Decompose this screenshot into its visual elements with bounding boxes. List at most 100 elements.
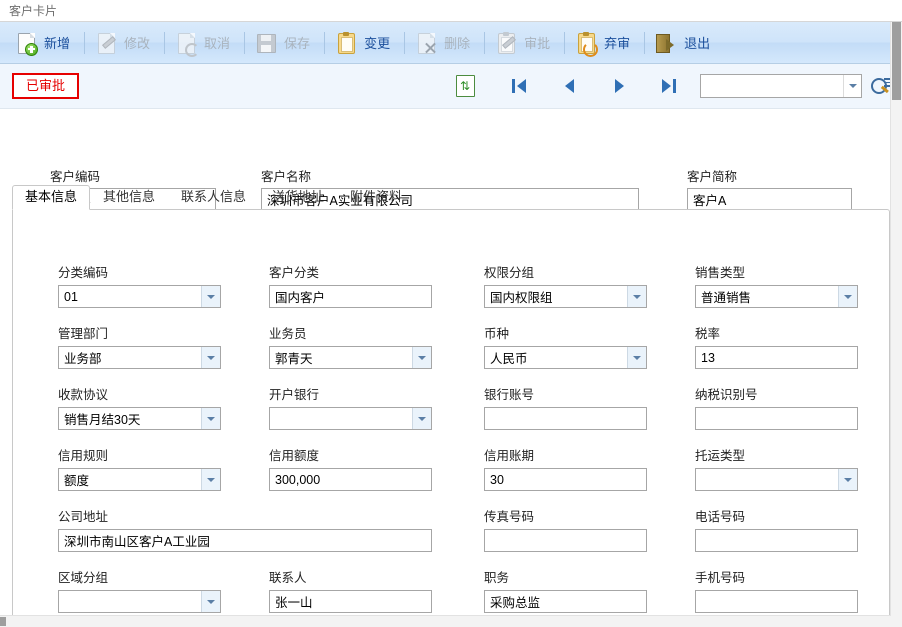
currency-combo[interactable]: 人民币 (484, 346, 647, 369)
chevron-down-icon[interactable] (201, 286, 220, 307)
field-label: 分类编码 (58, 266, 109, 280)
prev-record-icon[interactable] (556, 73, 582, 99)
last-record-icon[interactable] (656, 73, 682, 99)
delete-button[interactable]: 删除 (410, 26, 479, 60)
edit-button[interactable]: 修改 (90, 26, 159, 60)
horizontal-scrollbar-thumb[interactable] (0, 617, 6, 626)
field-label: 币种 (484, 327, 510, 341)
customer-category-input[interactable]: 国内客户 (269, 285, 432, 308)
save-button[interactable]: 保存 (250, 26, 319, 60)
chevron-down-icon[interactable] (627, 347, 646, 368)
new-doc-icon (14, 31, 38, 56)
field-label: 权限分组 (484, 266, 535, 280)
chevron-down-icon[interactable] (201, 591, 220, 612)
field-value: 300,000 (275, 472, 321, 487)
chevron-down-icon[interactable] (412, 347, 431, 368)
exit-door-icon (654, 31, 678, 55)
job-title-input[interactable]: 采购总监 (484, 590, 647, 613)
fax-number-input[interactable] (484, 529, 647, 552)
floppy-save-icon (254, 31, 278, 55)
field-customer-category: 客户分类 国内客户 (269, 262, 432, 308)
approve-button[interactable]: 审批 (490, 26, 559, 60)
field-label: 信用账期 (484, 449, 535, 463)
credit-period-input[interactable]: 30 (484, 468, 647, 491)
exit-button[interactable]: 退出 (650, 26, 719, 60)
field-value: 销售月结30天 (64, 413, 141, 427)
field-label: 手机号码 (695, 571, 746, 585)
cancel-button-label: 取消 (204, 36, 231, 51)
chevron-down-icon[interactable] (627, 286, 646, 307)
search-icon[interactable] (870, 76, 892, 96)
tab-contact-info[interactable]: 联系人信息 (168, 185, 259, 210)
toolbar-separator (324, 31, 326, 54)
credit-limit-input[interactable]: 300,000 (269, 468, 432, 491)
tab-label: 基本信息 (25, 188, 78, 204)
tab-label: 其他信息 (103, 188, 156, 204)
mobile-number-input[interactable] (695, 590, 858, 613)
chevron-down-icon[interactable] (412, 408, 431, 429)
save-button-label: 保存 (284, 36, 311, 51)
tab-attachments[interactable]: 附件资料 (337, 185, 415, 210)
field-shipping-type: 托运类型 (695, 445, 858, 491)
region-group-combo[interactable] (58, 590, 221, 613)
delete-doc-icon (414, 31, 438, 55)
field-bank-account: 银行账号 (484, 384, 647, 430)
field-label: 收款协议 (58, 388, 109, 402)
field-currency: 币种 人民币 (484, 323, 647, 369)
field-label: 税率 (695, 327, 721, 341)
management-department-combo[interactable]: 业务部 (58, 346, 221, 369)
tab-label: 送货地址 (272, 188, 325, 204)
field-label: 电话号码 (695, 510, 746, 524)
unapprove-button-label: 弃审 (604, 36, 631, 51)
change-button[interactable]: 变更 (330, 26, 399, 60)
chevron-down-icon[interactable] (201, 408, 220, 429)
field-value: 额度 (64, 474, 90, 488)
field-label: 业务员 (269, 327, 307, 341)
new-button-label: 新增 (44, 36, 71, 51)
tab-panel-basic-info: 分类编码 01 客户分类 国内客户 权限分组 国内权限组 销售类型 普通销售 管… (12, 209, 890, 619)
chevron-down-icon[interactable] (838, 469, 857, 490)
tax-rate-input[interactable]: 13 (695, 346, 858, 369)
field-value: 普通销售 (701, 291, 752, 305)
field-tax-id: 纳税识别号 (695, 384, 858, 430)
payment-agreement-combo[interactable]: 销售月结30天 (58, 407, 221, 430)
bank-account-input[interactable] (484, 407, 647, 430)
shipping-type-combo[interactable] (695, 468, 858, 491)
tab-delivery-address[interactable]: 送货地址 (259, 185, 337, 210)
vertical-scrollbar[interactable] (890, 22, 902, 616)
cancel-button[interactable]: 取消 (170, 26, 239, 60)
next-record-icon[interactable] (606, 73, 632, 99)
field-bank-name: 开户银行 (269, 384, 432, 430)
bank-name-combo[interactable] (269, 407, 432, 430)
salesperson-combo[interactable]: 郭青天 (269, 346, 432, 369)
field-label: 纳税识别号 (695, 388, 758, 402)
refresh-icon[interactable]: ⇅ (452, 73, 478, 99)
tab-basic-info[interactable]: 基本信息 (12, 184, 91, 210)
tax-id-input[interactable] (695, 407, 858, 430)
category-code-combo[interactable]: 01 (58, 285, 221, 308)
chevron-down-icon[interactable] (201, 347, 220, 368)
unapprove-button[interactable]: 弃审 (570, 26, 639, 60)
toolbar-separator (84, 31, 86, 54)
permission-group-combo[interactable]: 国内权限组 (484, 285, 647, 308)
toolbar-separator (404, 31, 406, 54)
first-record-icon[interactable] (506, 73, 532, 99)
chevron-down-icon[interactable] (838, 286, 857, 307)
page-title: 客户卡片 (9, 3, 58, 18)
company-address-input[interactable]: 深圳市南山区客户A工业园 (58, 529, 432, 552)
chevron-down-icon[interactable] (843, 75, 861, 97)
credit-rule-combo[interactable]: 额度 (58, 468, 221, 491)
horizontal-scrollbar[interactable] (0, 615, 891, 627)
new-button[interactable]: 新增 (10, 26, 79, 60)
sales-type-combo[interactable]: 普通销售 (695, 285, 858, 308)
phone-number-input[interactable] (695, 529, 858, 552)
chevron-down-icon[interactable] (201, 469, 220, 490)
field-label: 职务 (484, 571, 510, 585)
window-title-bar: 客户卡片 (0, 0, 902, 22)
field-label: 区域分组 (58, 571, 109, 585)
record-search-combo[interactable] (700, 74, 862, 98)
tab-other-info[interactable]: 其他信息 (90, 185, 168, 210)
field-value: 国内权限组 (490, 291, 553, 305)
vertical-scrollbar-thumb[interactable] (892, 22, 901, 100)
contact-person-input[interactable]: 张一山 (269, 590, 432, 613)
